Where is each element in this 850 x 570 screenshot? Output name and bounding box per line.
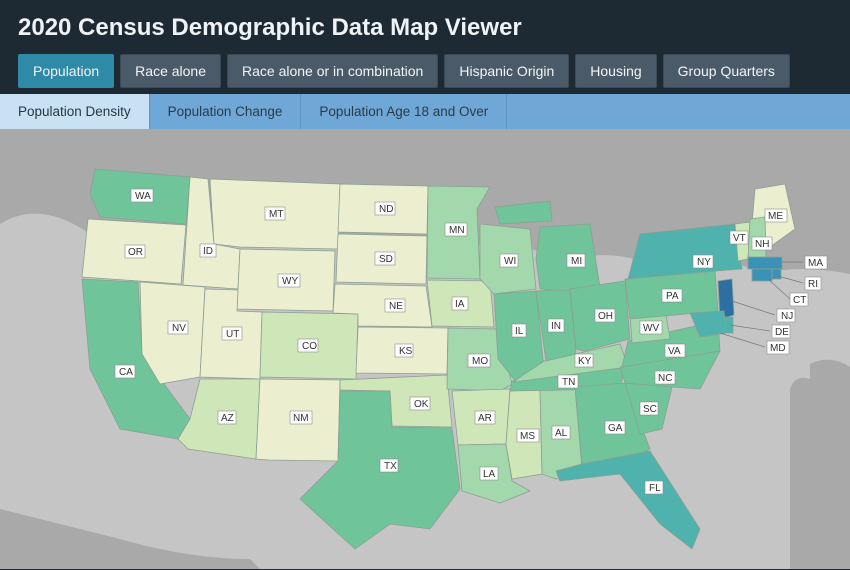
leader-line [778,276,803,283]
state-label: MO [468,354,490,367]
state-label: NM [290,411,312,424]
state-MA[interactable] [748,257,782,269]
state-label: NY [693,255,713,268]
state-label: TN [558,375,578,388]
app-root: 2020 Census Demographic Data Map Viewer … [0,0,850,570]
state-label: NC [655,371,675,384]
tabs-secondary: Population Density Population Change Pop… [0,94,850,129]
state-label: RI [805,277,821,290]
tab-population[interactable]: Population [18,54,114,88]
state-label: NH [752,237,772,250]
us-map[interactable]: WA OR CA NV ID MT WY UT CO AZ NM ND SD N… [0,129,850,569]
state-FL[interactable] [556,451,700,549]
state-label: AL [552,426,570,439]
state-label: CO [298,339,318,352]
state-label: AZ [218,411,236,424]
state-label: MD [767,341,789,354]
state-label: LA [480,467,498,480]
tab-group-quarters[interactable]: Group Quarters [663,54,790,88]
subtab-age18[interactable]: Population Age 18 and Over [301,94,507,129]
state-label: FL [645,481,663,494]
tab-race-alone[interactable]: Race alone [120,54,221,88]
state-label: TX [380,459,398,472]
state-label: PA [662,289,682,302]
subtab-change[interactable]: Population Change [150,94,302,129]
state-label: ID [200,244,216,257]
tab-hispanic[interactable]: Hispanic Origin [444,54,569,88]
state-label: OR [125,245,145,258]
state-label: WY [278,274,300,287]
state-label: IN [548,319,564,332]
state-label: UT [222,327,242,340]
page-title: 2020 Census Demographic Data Map Viewer [0,0,850,54]
leader-line [730,325,770,331]
state-label: ME [765,209,787,222]
state-label: MI [567,254,585,267]
leader-line [732,301,775,315]
state-label: KY [575,354,593,367]
state-label: OK [410,397,430,410]
leader-line [768,279,790,299]
state-label: SD [375,252,395,265]
state-label: MN [445,223,467,236]
state-label: OH [595,309,615,322]
leader-line [720,333,765,347]
state-label: IA [452,297,468,310]
state-label: SC [640,402,658,415]
state-label: WA [131,189,153,202]
state-label: WI [500,254,518,267]
state-label: KS [395,344,413,357]
state-label: DE [772,325,790,338]
state-label: NV [168,321,188,334]
state-label: MA [805,256,827,269]
state-label: MS [517,429,539,442]
subtab-density[interactable]: Population Density [0,94,150,129]
tab-race-combo[interactable]: Race alone or in combination [227,54,438,88]
state-label: CA [115,365,135,378]
state-label: NE [385,299,405,312]
state-label: MT [265,207,285,220]
tabs-primary: Population Race alone Race alone or in c… [0,54,850,94]
state-label: NJ [777,309,795,322]
state-label: IL [512,324,526,337]
state-label: CT [790,293,808,306]
tab-housing[interactable]: Housing [575,54,656,88]
state-label: WV [640,321,662,334]
state-label: ND [375,202,395,215]
map-viewport[interactable]: WA OR CA NV ID MT WY UT CO AZ NM ND SD N… [0,129,850,569]
state-label: AR [475,411,495,424]
state-label: VT [730,231,748,244]
state-CT[interactable] [752,269,772,281]
state-label: VA [665,344,685,357]
state-label: GA [605,421,625,434]
state-RI[interactable] [772,269,781,279]
